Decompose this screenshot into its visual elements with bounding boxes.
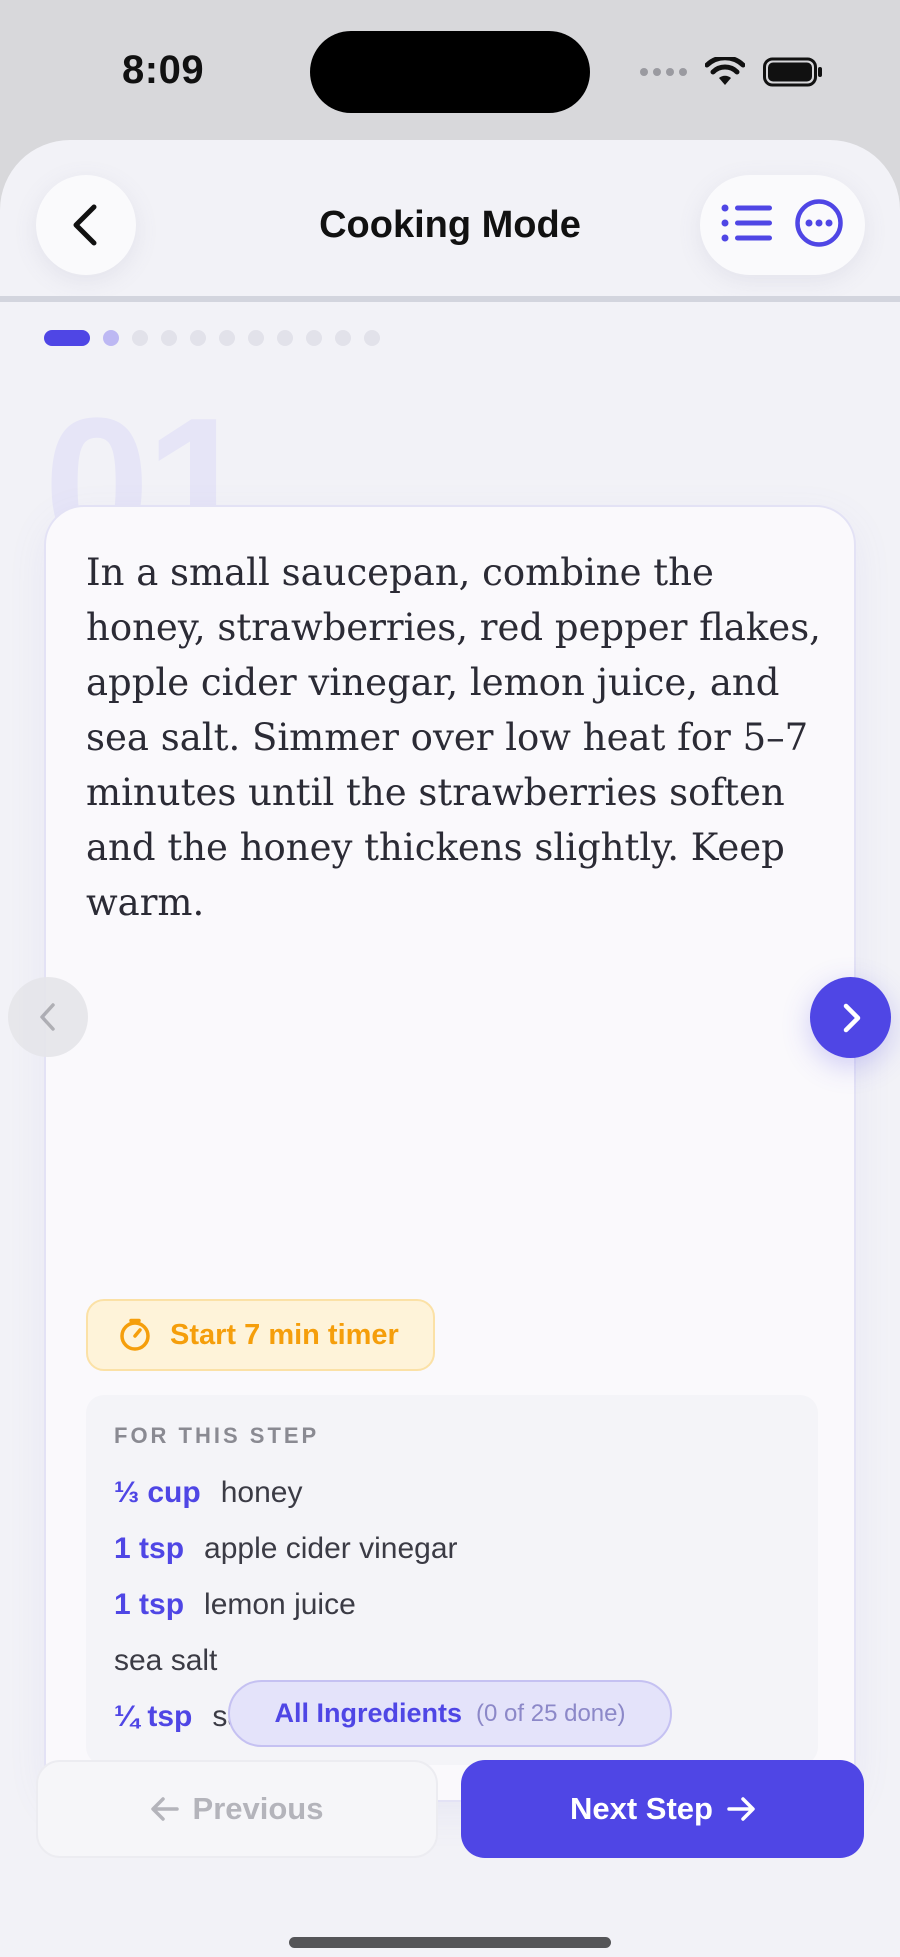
arrow-left-icon (150, 1797, 179, 1821)
all-ingredients-button[interactable]: All Ingredients (0 of 25 done) (228, 1680, 672, 1747)
back-button[interactable] (36, 175, 136, 275)
next-step-button[interactable]: Next Step (461, 1760, 864, 1858)
battery-icon (763, 57, 822, 87)
all-ingredients-count: (0 of 25 done) (476, 1699, 626, 1727)
ingredient-row: ⅓ cup honey (114, 1465, 790, 1521)
step-dot[interactable] (306, 330, 322, 346)
step-dot[interactable] (335, 330, 351, 346)
ingredient-quantity: 1 tsp (114, 1532, 185, 1565)
chevron-left-icon (40, 1003, 55, 1031)
step-dot[interactable] (44, 330, 90, 346)
step-card: In a small saucepan, combine the honey, … (44, 505, 856, 1802)
status-icons (640, 52, 823, 92)
arrow-right-icon (727, 1797, 755, 1821)
step-instructions: In a small saucepan, combine the honey, … (86, 551, 821, 924)
ingredient-quantity: ¼ tsp (114, 1700, 193, 1733)
more-circle-icon (795, 198, 843, 247)
ingredient-name: sea salt (114, 1644, 218, 1677)
ingredient-quantity: 1 tsp (114, 1588, 185, 1621)
ingredient-quantity: ⅓ cup (114, 1476, 201, 1509)
start-timer-button[interactable]: Start 7 min timer (86, 1299, 435, 1371)
next-step-label: Next Step (570, 1791, 713, 1826)
list-icon (721, 204, 772, 241)
ingredient-name: lemon juice (204, 1588, 356, 1621)
step-dot[interactable] (132, 330, 148, 346)
progress-track (0, 296, 900, 302)
cellular-signal-icon (640, 68, 687, 76)
step-dot[interactable] (161, 330, 177, 346)
ingredient-name: apple cider vinegar (204, 1532, 458, 1565)
timer-label: Start 7 min timer (170, 1318, 399, 1351)
status-time: 8:09 (122, 48, 205, 92)
ingredient-row: 1 tsp apple cider vinegar (114, 1521, 790, 1577)
nav-bar: Cooking Mode (0, 140, 900, 295)
previous-step-arrow[interactable] (8, 977, 88, 1057)
status-bar: 8:09 (0, 0, 900, 140)
step-dot[interactable] (248, 330, 264, 346)
timer-icon (120, 1318, 150, 1351)
page-title: Cooking Mode (319, 204, 581, 246)
list-button[interactable] (721, 203, 773, 248)
more-button[interactable] (794, 198, 844, 253)
all-ingredients-label: All Ingredients (274, 1698, 463, 1728)
step-dot[interactable] (219, 330, 235, 346)
wifi-icon (705, 57, 745, 85)
home-indicator (289, 1937, 611, 1948)
chevron-left-icon (73, 204, 97, 246)
previous-label: Previous (192, 1791, 324, 1826)
step-dot[interactable] (277, 330, 293, 346)
step-dot[interactable] (190, 330, 206, 346)
cooking-mode-sheet: Cooking Mode 01 In a small saucepan, com… (0, 140, 900, 1957)
next-step-arrow[interactable] (810, 977, 891, 1058)
step-dot[interactable] (364, 330, 380, 346)
step-ingredients-heading: FOR THIS STEP (114, 1423, 320, 1448)
step-progress-dots (44, 330, 380, 346)
dynamic-island (310, 31, 590, 113)
chevron-right-icon (843, 1003, 860, 1032)
ingredient-row: 1 tsp lemon juice (114, 1577, 790, 1633)
previous-button[interactable]: Previous (36, 1760, 438, 1858)
nav-actions (700, 175, 865, 275)
step-dot[interactable] (103, 330, 119, 346)
ingredient-name: honey (220, 1476, 303, 1509)
